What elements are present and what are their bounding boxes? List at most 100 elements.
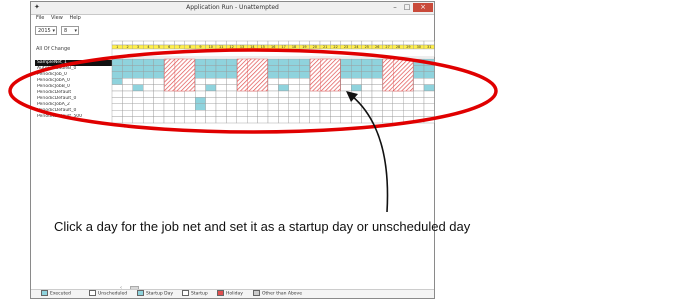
- calendar-cell[interactable]: [267, 109, 279, 117]
- calendar-cell[interactable]: [340, 84, 352, 92]
- calendar-cell[interactable]: [423, 84, 435, 92]
- calendar-cell[interactable]: [122, 90, 134, 98]
- calendar-cell[interactable]: [236, 116, 248, 124]
- calendar-cell[interactable]: [382, 97, 393, 105]
- calendar-cell[interactable]: [246, 116, 258, 124]
- calendar-cell[interactable]: [111, 109, 123, 117]
- calendar-cell[interactable]: [299, 109, 310, 117]
- calendar-cell[interactable]: [413, 109, 425, 117]
- calendar-cell[interactable]: [132, 65, 144, 73]
- calendar-cell[interactable]: [267, 97, 279, 105]
- calendar-cell[interactable]: [403, 90, 414, 98]
- calendar-cell[interactable]: [257, 103, 269, 111]
- calendar-cell[interactable]: [392, 109, 404, 117]
- calendar-cell[interactable]: [205, 65, 217, 73]
- calendar-cell[interactable]: [215, 109, 227, 117]
- calendar-cell[interactable]: [361, 84, 373, 92]
- calendar-cell[interactable]: [122, 58, 134, 66]
- calendar-cell[interactable]: [288, 90, 300, 98]
- unscheduled-column[interactable]: [320, 58, 341, 92]
- calendar-cell[interactable]: [246, 109, 258, 117]
- calendar-cell[interactable]: [267, 116, 279, 124]
- calendar-cell[interactable]: [194, 97, 206, 105]
- calendar-cell[interactable]: [288, 103, 300, 111]
- calendar-cell[interactable]: [142, 65, 154, 73]
- calendar-cell[interactable]: [194, 77, 206, 85]
- calendar-cell[interactable]: [132, 90, 144, 98]
- calendar-cell[interactable]: [205, 77, 217, 85]
- calendar-cell[interactable]: [361, 71, 373, 79]
- calendar-cell[interactable]: [319, 90, 331, 98]
- calendar-cell[interactable]: [226, 109, 237, 117]
- calendar-cell[interactable]: [319, 97, 331, 105]
- calendar-cell[interactable]: [278, 116, 289, 124]
- calendar-cell[interactable]: [122, 109, 134, 117]
- calendar-cell[interactable]: [330, 103, 341, 111]
- calendar-cell[interactable]: [371, 65, 383, 73]
- calendar-cell[interactable]: [111, 116, 123, 124]
- calendar-cell[interactable]: [132, 109, 144, 117]
- calendar-cell[interactable]: [309, 109, 321, 117]
- calendar-cell[interactable]: [413, 65, 425, 73]
- calendar-cell[interactable]: [299, 58, 310, 66]
- calendar-cell[interactable]: [319, 109, 331, 117]
- calendar-cell[interactable]: [194, 65, 206, 73]
- calendar-cell[interactable]: [257, 116, 269, 124]
- calendar-cell[interactable]: [174, 116, 185, 124]
- calendar-cell[interactable]: [142, 116, 154, 124]
- calendar-cell[interactable]: [371, 58, 383, 66]
- calendar-cell[interactable]: [153, 97, 165, 105]
- calendar-cell[interactable]: [361, 77, 373, 85]
- calendar-cell[interactable]: [205, 58, 217, 66]
- calendar-cell[interactable]: [340, 103, 352, 111]
- calendar-cell[interactable]: [194, 116, 206, 124]
- calendar-cell[interactable]: [205, 97, 217, 105]
- calendar-cell[interactable]: [163, 116, 175, 124]
- calendar-cell[interactable]: [340, 58, 352, 66]
- calendar-cell[interactable]: [288, 116, 300, 124]
- calendar-cell[interactable]: [278, 90, 289, 98]
- calendar-cell[interactable]: [382, 90, 393, 98]
- calendar-cell[interactable]: [309, 116, 321, 124]
- calendar-cell[interactable]: [371, 116, 383, 124]
- calendar-cell[interactable]: [382, 109, 393, 117]
- calendar-cell[interactable]: [226, 84, 237, 92]
- calendar-cell[interactable]: [153, 84, 165, 92]
- calendar-cell[interactable]: [403, 109, 414, 117]
- calendar-cell[interactable]: [111, 90, 123, 98]
- calendar-cell[interactable]: [351, 58, 362, 66]
- calendar-cell[interactable]: [184, 103, 196, 111]
- calendar-cell[interactable]: [246, 97, 258, 105]
- calendar-cell[interactable]: [132, 71, 144, 79]
- calendar-cell[interactable]: [215, 90, 227, 98]
- calendar-cell[interactable]: [351, 116, 362, 124]
- calendar-cell[interactable]: [163, 109, 175, 117]
- unscheduled-column[interactable]: [174, 58, 195, 92]
- calendar-cell[interactable]: [184, 97, 196, 105]
- calendar-cell[interactable]: [236, 103, 248, 111]
- calendar-cell[interactable]: [340, 65, 352, 73]
- calendar-cell[interactable]: [194, 71, 206, 79]
- calendar-cell[interactable]: [153, 77, 165, 85]
- calendar-cell[interactable]: [278, 71, 289, 79]
- calendar-cell[interactable]: [236, 90, 248, 98]
- calendar-cell[interactable]: [153, 116, 165, 124]
- calendar-cell[interactable]: [413, 97, 425, 105]
- calendar-cell[interactable]: [194, 103, 206, 111]
- calendar-cell[interactable]: [122, 84, 134, 92]
- calendar-cell[interactable]: [226, 71, 237, 79]
- calendar-cell[interactable]: [423, 65, 435, 73]
- calendar-cell[interactable]: [309, 90, 321, 98]
- calendar-cell[interactable]: [330, 116, 341, 124]
- calendar-cell[interactable]: [111, 58, 123, 66]
- calendar-cell[interactable]: [174, 109, 185, 117]
- calendar-cell[interactable]: [288, 58, 300, 66]
- calendar-cell[interactable]: [257, 90, 269, 98]
- calendar-cell[interactable]: [340, 77, 352, 85]
- calendar-cell[interactable]: [142, 109, 154, 117]
- calendar-cell[interactable]: [226, 97, 237, 105]
- calendar-cell[interactable]: [423, 109, 435, 117]
- calendar-cell[interactable]: [371, 84, 383, 92]
- calendar-cell[interactable]: [330, 90, 341, 98]
- calendar-cell[interactable]: [423, 97, 435, 105]
